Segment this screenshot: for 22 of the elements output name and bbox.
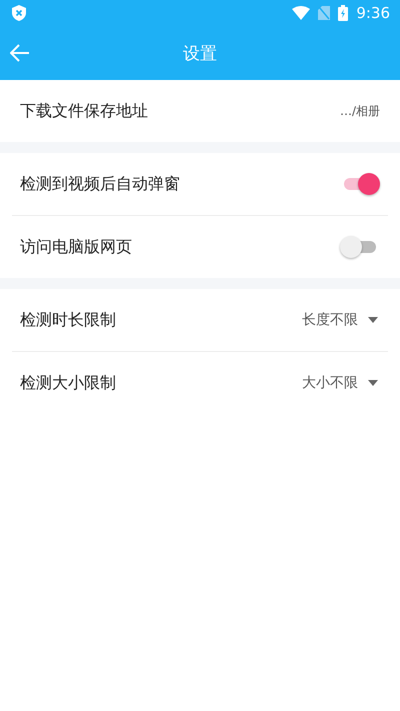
- status-time: 9:36: [356, 4, 390, 22]
- settings-row[interactable]: 检测到视频后自动弹窗: [0, 153, 400, 215]
- setting-label: 下载文件保存地址: [20, 100, 148, 122]
- back-button[interactable]: [10, 43, 32, 63]
- dropdown[interactable]: 大小不限: [302, 374, 378, 392]
- settings-row[interactable]: 检测时长限制 长度不限: [0, 289, 400, 351]
- setting-label: 检测大小限制: [20, 372, 116, 394]
- battery-charging-icon: [338, 5, 348, 21]
- wifi-icon: [292, 6, 310, 20]
- settings-row[interactable]: 下载文件保存地址 …/相册: [0, 80, 400, 142]
- setting-value: …/相册: [340, 102, 380, 120]
- page-title: 设置: [183, 42, 217, 64]
- setting-label: 检测时长限制: [20, 310, 116, 330]
- settings-row[interactable]: 检测大小限制 大小不限: [0, 352, 400, 414]
- setting-label: 访问电脑版网页: [20, 236, 132, 258]
- shield-icon: [12, 5, 26, 21]
- caret-icon: [368, 317, 378, 323]
- caret-icon: [368, 380, 378, 386]
- settings-row[interactable]: 访问电脑版网页: [0, 216, 400, 278]
- no-sim-icon: [318, 6, 330, 20]
- dropdown[interactable]: 长度不限: [302, 311, 378, 329]
- setting-label: 检测到视频后自动弹窗: [20, 174, 180, 194]
